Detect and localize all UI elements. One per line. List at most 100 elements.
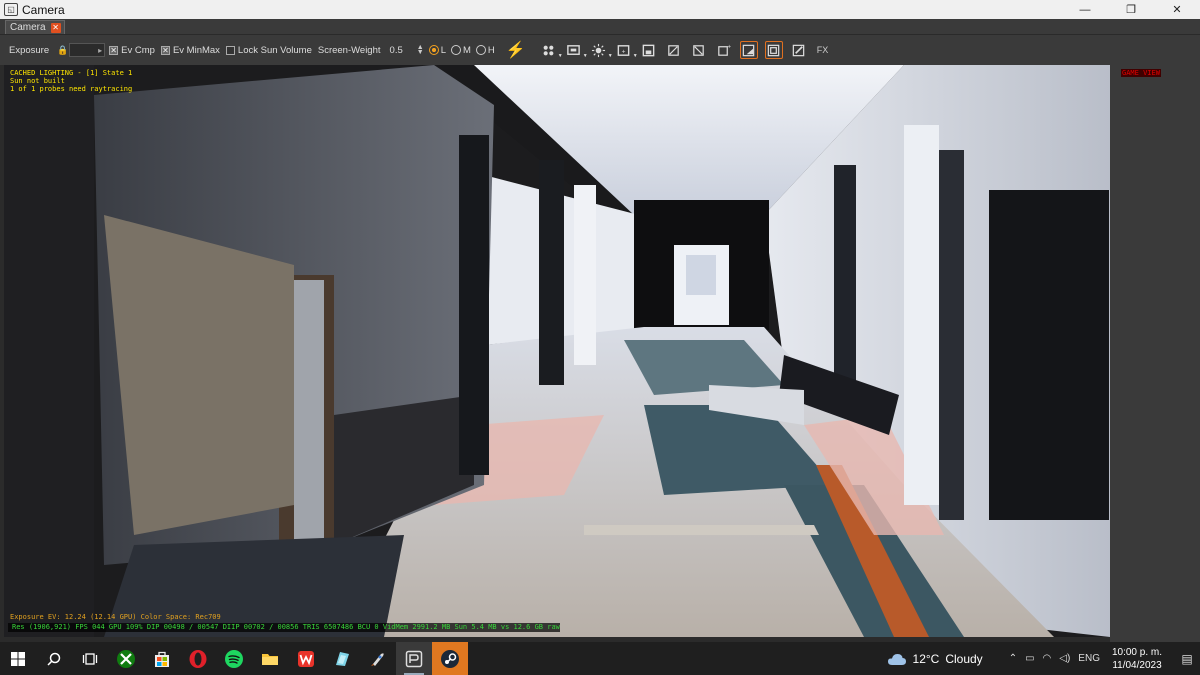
camera-app-icon [405,650,423,667]
search-button[interactable] [36,642,72,675]
edit-view-button[interactable] [790,41,808,59]
weather-temp: 12°C [912,651,940,666]
show-hidden-icons-icon[interactable]: ⌃ [1009,653,1017,664]
save-view-button[interactable] [640,41,658,59]
restore-button[interactable]: ❐ [1108,0,1154,19]
frame-bounds-button[interactable] [764,41,783,59]
volume-icon[interactable]: ◁) [1059,653,1070,664]
rocket-icon [371,652,384,666]
ev-cmp-checkbox[interactable]: ✕ Ev Cmp [109,45,155,56]
lighting-status-text: CACHED LIGHTING - [1] State 1 Sun not bu… [10,69,132,93]
rocket-app[interactable] [360,642,396,675]
screen-weight-label: Screen-Weight [317,44,381,56]
close-button[interactable]: ✕ [1154,0,1200,19]
game-view-label[interactable]: GAME VIEW [1121,69,1161,77]
tab-close-icon[interactable]: ✕ [50,22,61,33]
fx-menu-button[interactable]: FX [817,45,829,55]
microsoft-store-app[interactable] [144,642,180,675]
steam-app[interactable] [432,642,468,675]
language-indicator[interactable]: ENG [1078,653,1100,664]
task-view-button[interactable] [72,642,108,675]
camera-options-button[interactable]: + ▼ [615,41,638,59]
notification-center-icon[interactable]: ▤ [1174,652,1200,666]
capture-frame-icon [742,44,755,56]
radio-l-label: L [440,44,446,56]
xbox-app[interactable] [108,642,144,675]
weather-widget[interactable]: 12°C Cloudy [887,652,983,666]
spotify-app[interactable] [216,642,252,675]
photo-app[interactable] [324,642,360,675]
app-icon: ◱ [4,3,18,16]
tab-camera[interactable]: Camera ✕ [5,20,65,34]
radio-h-icon[interactable] [475,45,486,55]
file-explorer-app[interactable] [252,642,288,675]
minimize-button[interactable]: — [1062,0,1108,19]
display-mode-icon [567,44,581,55]
system-tray: 12°C Cloudy ⌃ ▭ ◠ ◁) ENG 10:00 p. m. 11/… [887,642,1200,675]
quality-radio-m[interactable]: M [450,44,471,56]
ev-minmax-check-icon[interactable]: ✕ [160,45,170,55]
store-bag-icon [155,651,169,667]
opera-browser-app[interactable] [180,642,216,675]
quality-radio-h[interactable]: H [475,45,495,56]
camera-app-taskbar[interactable] [396,642,432,675]
clock-date: 11/04/2023 [1112,659,1162,671]
render-mode-button[interactable]: ▼ [540,41,563,59]
wifi-icon[interactable]: ◠ [1043,653,1052,664]
sun-light-icon [592,43,606,57]
performance-stats-bar: Res (1906,921) FPS 044 GPU 109% DIP 0049… [8,623,560,632]
spotify-icon [225,649,243,668]
radio-m-icon[interactable] [450,45,461,55]
radio-m-label: M [462,44,471,56]
lock-sun-volume-checkbox[interactable]: Lock Sun Volume [225,45,312,56]
windows-logo-icon [11,651,25,666]
quality-radio-l[interactable]: L [428,44,446,56]
window-controls: — ❐ ✕ [1062,0,1200,19]
wps-office-app[interactable] [288,642,324,675]
lock-icon[interactable]: 🔒 [57,45,68,55]
cloud-icon [887,653,906,665]
title-bar[interactable]: ◱ Camera — ❐ ✕ [0,0,1200,19]
scene-viewport[interactable]: CACHED LIGHTING - [1] State 1 Sun not bu… [4,65,1110,637]
save-icon [642,44,655,56]
edit-pencil-icon [792,44,805,56]
ev-cmp-check-icon[interactable]: ✕ [109,45,119,55]
steam-icon [441,649,459,668]
add-object-icon: + [718,43,731,56]
windows-taskbar: 12°C Cloudy ⌃ ▭ ◠ ◁) ENG 10:00 p. m. 11/… [0,642,1200,675]
lights-button[interactable]: ▼ [590,41,613,59]
status-line-3: 1 of 1 probes need raytracing [10,85,133,93]
capture-frame-button[interactable] [739,41,758,59]
display-mode-button[interactable]: ▼ [565,41,588,59]
add-object-button[interactable]: + [715,41,733,59]
screen-weight-spinner-icon[interactable]: ▲ ▼ [417,44,424,56]
photo-app-icon [336,651,349,666]
exposure-readout: Exposure EV: 12.24 (12.14 GPU) Color Spa… [10,613,221,621]
folder-icon [262,653,278,665]
opera-icon [189,649,207,668]
snap-button-2[interactable] [690,41,708,59]
radio-l-icon[interactable] [428,45,439,55]
clock-widget[interactable]: 10:00 p. m. 11/04/2023 [1112,646,1162,672]
clock-time: 10:00 p. m. [1111,646,1162,658]
lock-sun-volume-check-icon[interactable] [225,45,235,55]
ev-minmax-label: Ev MinMax [172,44,220,56]
battery-icon[interactable]: ▭ [1025,653,1034,664]
xbox-icon [117,649,135,668]
exposure-input[interactable]: ▸ [69,43,106,57]
window-title: Camera [22,2,65,17]
windows-start-button[interactable] [0,642,36,675]
ev-minmax-checkbox[interactable]: ✕ Ev MinMax [160,44,220,56]
status-line-2: Sun not built [10,77,65,85]
frame-bounds-icon [767,44,780,56]
screen-weight-value[interactable]: 0.5 [390,45,403,56]
weather-description: Cloudy [945,651,983,666]
svg-text:+: + [727,43,731,50]
search-icon [47,652,61,666]
camera-toolbar: Exposure 🔒 ▸ ✕ Ev Cmp ✕ Ev MinMax Lock S… [0,34,1200,65]
tab-bar: Camera ✕ [0,19,1200,34]
task-view-icon [82,652,98,665]
snap-button-1[interactable] [665,41,683,59]
tab-camera-label: Camera [10,22,46,33]
lightning-bolt-icon[interactable]: ⚡ [506,40,526,60]
